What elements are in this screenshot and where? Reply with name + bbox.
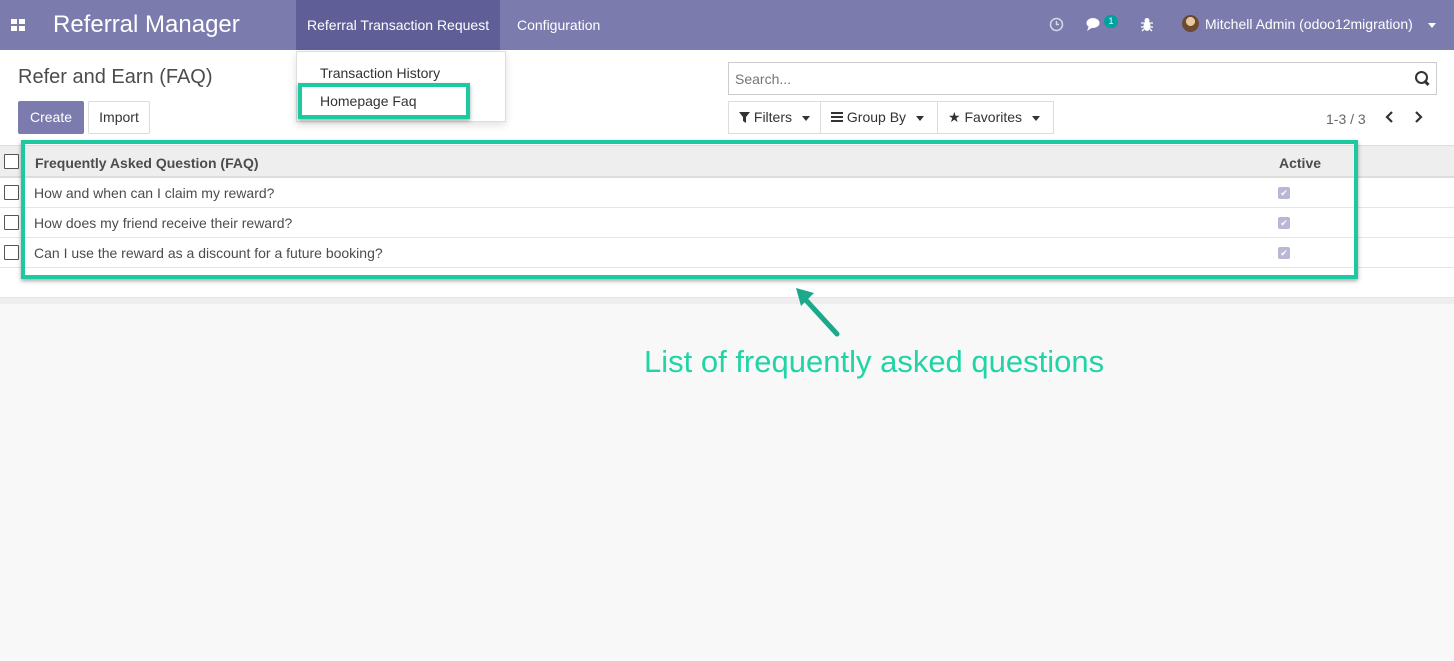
menu-item-transaction-history[interactable]: Transaction History	[320, 65, 440, 81]
annotation-arrow-icon	[796, 288, 840, 337]
filters-caret-icon	[801, 115, 810, 121]
table-row[interactable]: Can I use the reward as a discount for a…	[0, 238, 1454, 268]
top-navbar: Referral Manager Referral Transaction Re…	[0, 0, 1454, 50]
table-footer	[0, 268, 1454, 298]
pager-value[interactable]: 1-3 / 3	[1326, 111, 1366, 127]
favorites-caret-icon	[1031, 115, 1040, 121]
annotation-caption: List of frequently asked questions	[644, 344, 1105, 379]
create-button[interactable]: Create	[18, 101, 84, 134]
faq-list-table: Frequently Asked Question (FAQ) Active H…	[0, 146, 1454, 300]
faq-question-cell[interactable]: Can I use the reward as a discount for a…	[34, 245, 383, 261]
search-icon[interactable]	[1414, 70, 1430, 86]
search-box	[728, 62, 1437, 95]
chat-icon[interactable]	[1086, 17, 1104, 32]
import-button[interactable]: Import	[88, 101, 150, 134]
column-header-active[interactable]: Active	[1279, 155, 1321, 171]
search-input[interactable]	[735, 71, 1395, 87]
group-by-bars-icon	[831, 112, 843, 122]
user-menu-label[interactable]: Mitchell Admin (odoo12migration)	[1205, 16, 1413, 32]
filters-label: Filters	[753, 109, 793, 125]
pager-next-icon[interactable]	[1414, 111, 1424, 123]
table-row[interactable]: How does my friend receive their reward?…	[0, 208, 1454, 238]
menu-configuration[interactable]: Configuration	[506, 0, 611, 50]
user-menu-caret-icon[interactable]	[1428, 23, 1436, 28]
table-bottom-border	[0, 298, 1454, 304]
group-by-caret-icon	[915, 115, 924, 121]
group-by-label: Group By	[846, 109, 907, 125]
favorites-button[interactable]: ★ Favorites	[937, 101, 1054, 134]
user-avatar[interactable]	[1182, 15, 1199, 32]
control-panel: Refer and Earn (FAQ) Create Import Filte…	[0, 50, 1454, 146]
activity-clock-icon[interactable]	[1049, 17, 1064, 32]
faq-question-cell[interactable]: How and when can I claim my reward?	[34, 185, 274, 201]
referral-transaction-dropdown: Transaction History Homepage Faq	[296, 51, 506, 122]
table-row[interactable]: How and when can I claim my reward? ✔	[0, 178, 1454, 208]
filters-button[interactable]: Filters	[728, 101, 821, 134]
apps-menu-icon[interactable]	[11, 19, 25, 31]
row-checkbox[interactable]	[4, 185, 19, 200]
faq-question-cell[interactable]: How does my friend receive their reward?	[34, 215, 292, 231]
filter-funnel-icon	[739, 112, 750, 123]
active-checkbox: ✔	[1278, 217, 1290, 229]
star-icon: ★	[948, 109, 961, 125]
row-checkbox[interactable]	[4, 215, 19, 230]
select-all-checkbox[interactable]	[4, 154, 19, 169]
group-by-button[interactable]: Group By	[820, 101, 938, 134]
debug-bug-icon[interactable]	[1140, 17, 1154, 32]
chat-count-badge: 1	[1104, 15, 1118, 28]
menu-referral-transaction-request[interactable]: Referral Transaction Request	[296, 0, 501, 50]
favorites-label: Favorites	[964, 109, 1023, 125]
pager-previous-icon[interactable]	[1384, 111, 1394, 123]
row-checkbox[interactable]	[4, 245, 19, 260]
column-header-faq[interactable]: Frequently Asked Question (FAQ)	[35, 155, 259, 171]
table-header: Frequently Asked Question (FAQ) Active	[0, 146, 1454, 178]
app-title: Referral Manager	[53, 11, 240, 38]
active-checkbox: ✔	[1278, 187, 1290, 199]
page-title: Refer and Earn (FAQ)	[18, 66, 213, 88]
menu-item-homepage-faq[interactable]: Homepage Faq	[320, 93, 417, 109]
active-checkbox: ✔	[1278, 247, 1290, 259]
